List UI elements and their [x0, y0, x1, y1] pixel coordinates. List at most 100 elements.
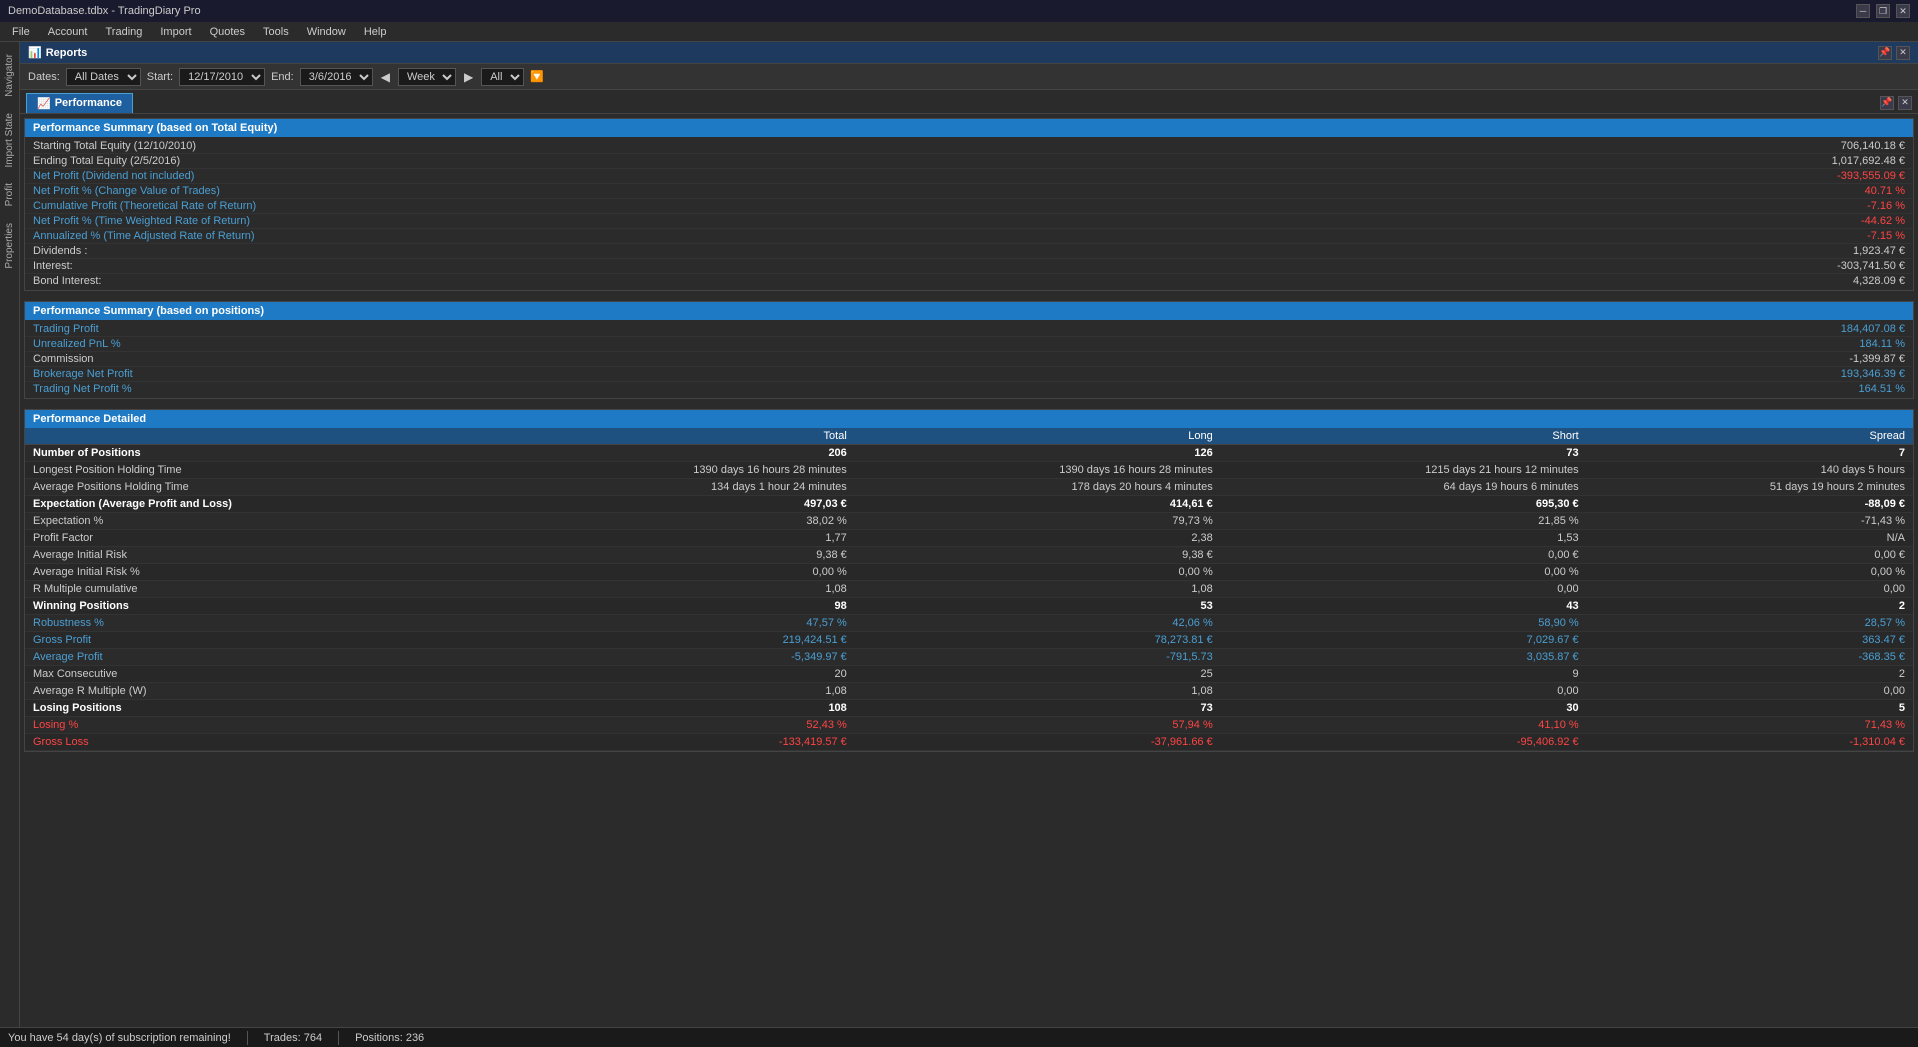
minimize-button[interactable]: ─	[1856, 4, 1870, 18]
row-total: 1,08	[489, 683, 855, 700]
row-long: 414,61 €	[855, 496, 1221, 513]
positions-summary-header: Performance Summary (based on positions)	[25, 302, 1913, 320]
prev-arrow[interactable]: ◀	[379, 70, 392, 84]
row-label: Robustness %	[25, 615, 489, 632]
reports-pin-button[interactable]: 📌	[1878, 46, 1892, 60]
reports-title-text: Reports	[46, 47, 88, 59]
equity-row-7: Dividends : 1,923.47 €	[25, 244, 1913, 259]
reports-close-button[interactable]: ✕	[1896, 46, 1910, 60]
row-short: 7,029.67 €	[1221, 632, 1587, 649]
perf-pin-button[interactable]: 📌	[1880, 96, 1894, 110]
row-long: 9,38 €	[855, 547, 1221, 564]
row-short: 1215 days 21 hours 12 minutes	[1221, 462, 1587, 479]
row-label: Losing Positions	[25, 700, 489, 717]
menu-help[interactable]: Help	[356, 24, 395, 40]
equity-value-8: -303,741.50 €	[1837, 260, 1905, 272]
equity-row-5: Net Profit % (Time Weighted Rate of Retu…	[25, 214, 1913, 229]
title-bar: DemoDatabase.tdbx - TradingDiary Pro ─ ❐…	[0, 0, 1918, 22]
start-date-select[interactable]: 12/17/2010	[179, 68, 265, 86]
nav-navigator[interactable]: Navigator	[2, 46, 17, 105]
all-select[interactable]: All	[481, 68, 524, 86]
pos-value-2: -1,399.87 €	[1849, 353, 1905, 365]
menu-import[interactable]: Import	[152, 24, 199, 40]
row-label: Expectation %	[25, 513, 489, 530]
pos-row-1: Unrealized PnL % 184.11 %	[25, 337, 1913, 352]
next-arrow[interactable]: ▶	[462, 70, 475, 84]
performance-tab[interactable]: 📈 Performance	[26, 93, 133, 113]
equity-row-4: Cumulative Profit (Theoretical Rate of R…	[25, 199, 1913, 214]
table-row: Expectation (Average Profit and Loss) 49…	[25, 496, 1913, 513]
row-short: 695,30 €	[1221, 496, 1587, 513]
row-long: 1,08	[855, 581, 1221, 598]
menu-tools[interactable]: Tools	[255, 24, 297, 40]
status-divider-1	[247, 1031, 248, 1045]
row-short: 0,00	[1221, 581, 1587, 598]
dates-select[interactable]: All Dates	[66, 68, 141, 86]
restore-button[interactable]: ❐	[1876, 4, 1890, 18]
row-spread: 0,00 %	[1587, 564, 1913, 581]
row-spread: 0,00 €	[1587, 547, 1913, 564]
menu-window[interactable]: Window	[299, 24, 354, 40]
equity-label-8: Interest:	[33, 260, 73, 272]
perf-close-button[interactable]: ✕	[1898, 96, 1912, 110]
dates-label: Dates:	[28, 71, 60, 83]
row-total: 38,02 %	[489, 513, 855, 530]
perf-panel-controls: 📌 ✕	[1880, 96, 1912, 110]
table-row: Gross Profit 219,424.51 € 78,273.81 € 7,…	[25, 632, 1913, 649]
row-short: 73	[1221, 445, 1587, 462]
equity-summary-header: Performance Summary (based on Total Equi…	[25, 119, 1913, 137]
report-content[interactable]: Performance Summary (based on Total Equi…	[20, 114, 1918, 1047]
row-long: 78,273.81 €	[855, 632, 1221, 649]
col-short: Short	[1221, 428, 1587, 445]
equity-row-3: Net Profit % (Change Value of Trades) 40…	[25, 184, 1913, 199]
equity-label-1: Ending Total Equity (2/5/2016)	[33, 155, 180, 167]
menu-account[interactable]: Account	[40, 24, 96, 40]
row-total: 206	[489, 445, 855, 462]
col-label	[25, 428, 489, 445]
row-short: 21,85 %	[1221, 513, 1587, 530]
row-long: 178 days 20 hours 4 minutes	[855, 479, 1221, 496]
row-spread: -368.35 €	[1587, 649, 1913, 666]
menu-quotes[interactable]: Quotes	[202, 24, 253, 40]
row-spread: 51 days 19 hours 2 minutes	[1587, 479, 1913, 496]
left-sidebar: Navigator Import State Profit Properties	[0, 42, 20, 1047]
pos-row-4: Trading Net Profit % 164.51 %	[25, 382, 1913, 396]
row-long: 1390 days 16 hours 28 minutes	[855, 462, 1221, 479]
nav-profit[interactable]: Profit	[2, 175, 17, 214]
row-short: 0,00 €	[1221, 547, 1587, 564]
title-controls: ─ ❐ ✕	[1856, 4, 1910, 18]
menu-file[interactable]: File	[4, 24, 38, 40]
row-total: 20	[489, 666, 855, 683]
row-spread: 71,43 %	[1587, 717, 1913, 734]
equity-value-3: 40.71 %	[1865, 185, 1905, 197]
row-short: 3,035.87 €	[1221, 649, 1587, 666]
row-spread: 5	[1587, 700, 1913, 717]
nav-import-state[interactable]: Import State	[2, 105, 17, 175]
sub-panel-header: 📈 Performance 📌 ✕	[20, 92, 1918, 114]
col-long: Long	[855, 428, 1221, 445]
equity-value-2: -393,555.09 €	[1837, 170, 1905, 182]
table-row: Average Profit -5,349.97 € -791,5.73 3,0…	[25, 649, 1913, 666]
row-long: 57,94 %	[855, 717, 1221, 734]
nav-properties[interactable]: Properties	[2, 215, 17, 277]
row-short: 0,00 %	[1221, 564, 1587, 581]
table-row: Max Consecutive 20 25 9 2	[25, 666, 1913, 683]
menu-trading[interactable]: Trading	[97, 24, 150, 40]
row-long: 1,08	[855, 683, 1221, 700]
close-button[interactable]: ✕	[1896, 4, 1910, 18]
equity-label-9: Bond Interest:	[33, 275, 102, 287]
pos-value-3: 193,346.39 €	[1841, 368, 1905, 380]
row-short: 41,10 %	[1221, 717, 1587, 734]
subscription-status: You have 54 day(s) of subscription remai…	[8, 1032, 231, 1044]
week-select[interactable]: Week	[398, 68, 456, 86]
row-spread: 140 days 5 hours	[1587, 462, 1913, 479]
row-total: -133,419.57 €	[489, 734, 855, 751]
row-short: 1,53	[1221, 530, 1587, 547]
end-date-select[interactable]: 3/6/2016	[300, 68, 373, 86]
row-total: 1390 days 16 hours 28 minutes	[489, 462, 855, 479]
table-row: Average Initial Risk 9,38 € 9,38 € 0,00 …	[25, 547, 1913, 564]
row-label: Average Profit	[25, 649, 489, 666]
row-short: 0,00	[1221, 683, 1587, 700]
row-short: 64 days 19 hours 6 minutes	[1221, 479, 1587, 496]
table-row: Number of Positions 206 126 73 7	[25, 445, 1913, 462]
